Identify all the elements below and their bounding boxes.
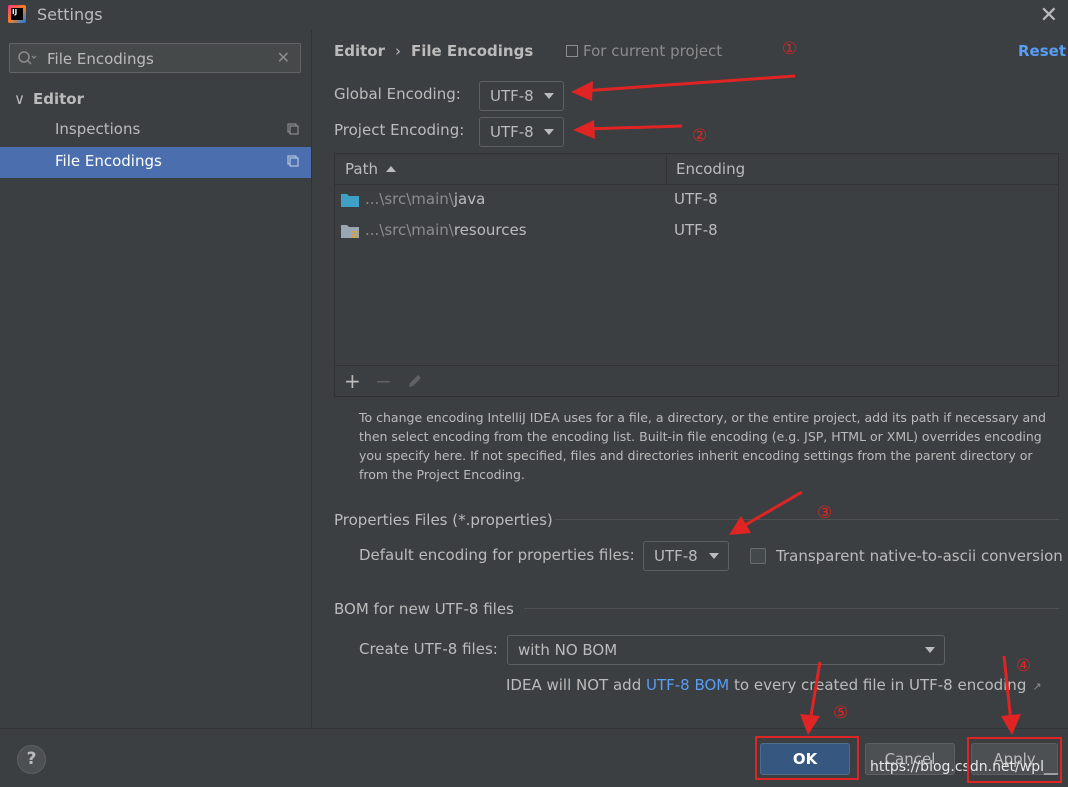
path-name: java [453, 190, 486, 208]
row-encoding[interactable]: UTF-8 [674, 221, 718, 239]
remove-icon[interactable]: − [375, 369, 392, 393]
breadcrumb-separator: › [395, 42, 401, 60]
row-path: ...\src\main\resources [365, 221, 527, 239]
bom-value: with NO BOM [518, 641, 618, 659]
table-row[interactable]: ...\src\main\resources UTF-8 [335, 216, 1058, 247]
external-link-icon[interactable]: ↗ [1032, 680, 1041, 693]
annotation-2: ② [692, 126, 708, 146]
properties-encoding-label: Default encoding for properties files: [359, 546, 635, 564]
settings-content: Editor › File Encodings For current projec… [311, 30, 1068, 728]
search-icon [18, 51, 37, 65]
annotation-4: ④ [1016, 656, 1032, 676]
properties-encoding-value: UTF-8 [654, 547, 698, 565]
sidebar-item-inspections[interactable]: Inspections [0, 115, 311, 146]
reset-link[interactable]: Reset [1018, 42, 1066, 60]
utf8-bom-link[interactable]: UTF-8 BOM [646, 676, 729, 694]
ok-highlight-box [755, 736, 859, 780]
annotation-1: ① [782, 39, 798, 59]
tree-group-label: Editor [32, 90, 84, 108]
global-encoding-value: UTF-8 [490, 87, 534, 105]
table-row[interactable]: ...\src\main\java UTF-8 [335, 185, 1058, 216]
sort-ascending-icon [385, 166, 396, 172]
project-encoding-dropdown[interactable]: UTF-8 [479, 117, 564, 147]
bom-dropdown[interactable]: with NO BOM [507, 635, 945, 665]
annotation-5: ⑤ [833, 703, 849, 723]
resources-folder-icon [341, 225, 359, 238]
section-divider [524, 608, 1059, 609]
global-encoding-label: Global Encoding: [334, 85, 461, 103]
encoding-help-text: To change encoding IntelliJ IDEA uses fo… [359, 410, 1046, 482]
project-encoding-label: Project Encoding: [334, 121, 465, 139]
table-toolbar: + − [335, 365, 1058, 396]
path-name: resources [453, 221, 527, 239]
sidebar-item-file-encodings[interactable]: File Encodings [0, 147, 311, 178]
scope-label: For current project [583, 42, 723, 60]
section-divider [555, 519, 1059, 520]
transparent-ascii-label[interactable]: Transparent native-to-ascii conversion [776, 547, 1063, 565]
apply-highlight-box [967, 737, 1062, 783]
row-path: ...\src\main\java [365, 190, 485, 208]
dropdown-arrow-icon [925, 647, 935, 653]
path-prefix: ...\src\main\ [365, 190, 454, 208]
sidebar-item-label: Inspections [55, 120, 141, 138]
help-button[interactable]: ? [17, 745, 46, 774]
chevron-down-icon[interactable]: ∨ [14, 90, 25, 108]
source-folder-icon [341, 194, 359, 207]
clear-search-icon[interactable]: ✕ [277, 48, 290, 67]
breadcrumb-editor: Editor [334, 42, 385, 60]
bom-section-title: BOM for new UTF-8 files [334, 600, 514, 618]
close-icon[interactable]: ✕ [1040, 3, 1058, 28]
column-header-label: Path [345, 160, 378, 178]
column-divider[interactable] [666, 154, 667, 185]
project-encoding-value: UTF-8 [490, 123, 534, 141]
bom-note-suffix: to every created file in UTF-8 encoding [729, 676, 1027, 694]
project-scope-icon [566, 45, 578, 57]
intellij-app-icon: IJ [8, 5, 26, 23]
dropdown-arrow-icon [544, 129, 554, 135]
breadcrumb: Editor › File Encodings [334, 42, 533, 60]
path-prefix: ...\src\main\ [365, 221, 454, 239]
search-input[interactable]: File Encodings [47, 50, 154, 68]
table-header: Path Encoding [335, 154, 1058, 185]
path-encoding-table: Path Encoding ...\src\main\java UTF-8 ..… [334, 153, 1059, 397]
properties-encoding-dropdown[interactable]: UTF-8 [643, 541, 729, 571]
settings-search-field[interactable]: File Encodings ✕ [9, 43, 301, 73]
settings-sidebar: File Encodings ✕ ∨ Editor Inspections Fil… [0, 30, 311, 728]
add-icon[interactable]: + [344, 369, 361, 393]
sidebar-item-label: File Encodings [55, 152, 162, 170]
breadcrumb-current: File Encodings [411, 42, 534, 60]
column-header-encoding[interactable]: Encoding [676, 160, 745, 178]
edit-pencil-icon[interactable] [407, 373, 423, 389]
dropdown-arrow-icon [544, 93, 554, 99]
project-scope-icon [287, 123, 299, 135]
bom-note-prefix: IDEA will NOT add [506, 676, 646, 694]
global-encoding-dropdown[interactable]: UTF-8 [479, 81, 564, 111]
bom-note: IDEA will NOT add UTF-8 BOM to every cre… [506, 676, 1042, 694]
title-bar: IJ Settings ✕ [0, 0, 1068, 30]
scope-indicator: For current project [566, 42, 722, 60]
column-header-path[interactable]: Path [345, 160, 396, 178]
transparent-ascii-checkbox[interactable] [750, 548, 766, 564]
dropdown-arrow-icon [709, 553, 719, 559]
window-title: Settings [37, 5, 103, 24]
properties-section-title: Properties Files (*.properties) [334, 511, 553, 529]
tree-group-editor[interactable]: ∨ Editor [14, 90, 84, 108]
create-utf8-label: Create UTF-8 files: [359, 640, 498, 658]
row-encoding[interactable]: UTF-8 [674, 190, 718, 208]
dialog-button-bar: ? OK Cancel Apply [0, 728, 1068, 787]
project-scope-icon [287, 155, 299, 167]
annotation-3: ③ [817, 503, 833, 523]
